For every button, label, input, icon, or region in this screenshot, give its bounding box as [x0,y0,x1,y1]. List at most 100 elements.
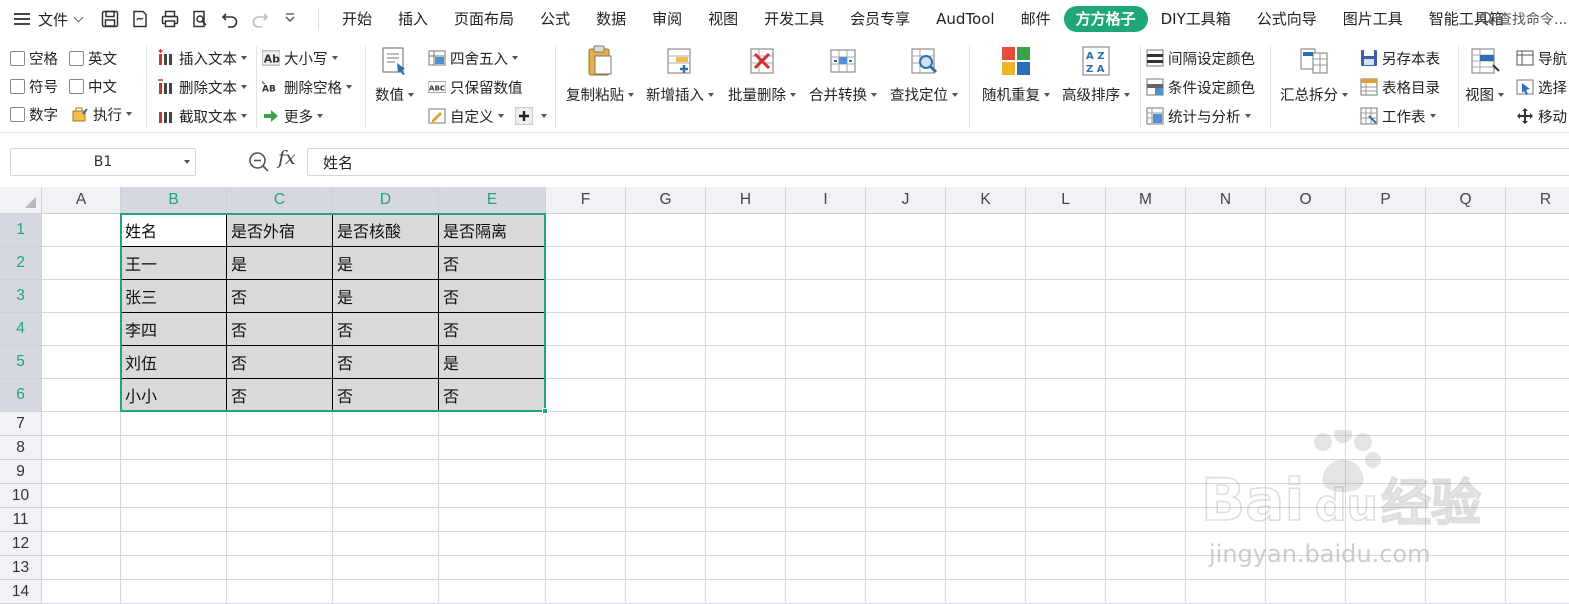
cell-j3[interactable] [866,280,946,313]
cell-m3[interactable] [1106,280,1186,313]
cell-q4[interactable] [1426,313,1506,346]
cell-j9[interactable] [866,460,946,484]
cell-f2[interactable] [546,247,626,280]
cell-l3[interactable] [1026,280,1106,313]
cell-l13[interactable] [1026,556,1106,580]
customize-toolbar-icon[interactable] [278,7,302,31]
statistics-button[interactable]: 统计与分析 [1146,104,1251,128]
row-header-2[interactable]: 2 [0,247,42,280]
row-header-14[interactable]: 14 [0,580,42,604]
cell-g12[interactable] [626,532,706,556]
cell-e10[interactable] [439,484,546,508]
cell-c13[interactable] [227,556,333,580]
add-button[interactable] [515,104,547,128]
cell-l9[interactable] [1026,460,1106,484]
cell-k13[interactable] [946,556,1026,580]
column-header-h[interactable]: H [706,187,786,214]
cell-c10[interactable] [227,484,333,508]
checkbox-space[interactable]: 空格 [10,46,58,70]
cell-d5[interactable]: 否 [333,346,439,379]
cell-g11[interactable] [626,508,706,532]
cell-d3[interactable]: 是 [333,280,439,313]
fill-handle[interactable] [542,408,548,414]
cell-i6[interactable] [786,379,866,412]
cell-o13[interactable] [1266,556,1346,580]
cell-f6[interactable] [546,379,626,412]
cell-q6[interactable] [1426,379,1506,412]
cell-o2[interactable] [1266,247,1346,280]
cell-p9[interactable] [1346,460,1426,484]
cell-d13[interactable] [333,556,439,580]
cell-r7[interactable] [1506,412,1569,436]
cell-m2[interactable] [1106,247,1186,280]
cell-r14[interactable] [1506,580,1569,604]
move-button[interactable]: 移动 [1516,104,1567,128]
cell-m7[interactable] [1106,412,1186,436]
cell-k5[interactable] [946,346,1026,379]
cell-b3[interactable]: 张三 [121,280,227,313]
tab-developer[interactable]: 开发工具 [751,6,837,32]
cell-q8[interactable] [1426,436,1506,460]
cell-k14[interactable] [946,580,1026,604]
cell-r8[interactable] [1506,436,1569,460]
tab-member[interactable]: 会员专享 [837,6,923,32]
cell-h1[interactable] [706,214,786,247]
tab-formula-wizard[interactable]: 公式向导 [1244,6,1330,32]
cell-l5[interactable] [1026,346,1106,379]
cell-d7[interactable] [333,412,439,436]
cell-f7[interactable] [546,412,626,436]
cell-r10[interactable] [1506,484,1569,508]
cell-r5[interactable] [1506,346,1569,379]
more-button[interactable]: 更多 [262,104,323,128]
cell-n9[interactable] [1186,460,1266,484]
cell-e8[interactable] [439,436,546,460]
checkbox-symbol[interactable]: 符号 [10,74,58,98]
checkbox-english[interactable]: 英文 [69,46,117,70]
cell-j4[interactable] [866,313,946,346]
cell-h12[interactable] [706,532,786,556]
cell-h8[interactable] [706,436,786,460]
cell-j14[interactable] [866,580,946,604]
cell-d2[interactable]: 是 [333,247,439,280]
tab-audtool[interactable]: AudTool [923,6,1007,32]
cell-f1[interactable] [546,214,626,247]
cell-e14[interactable] [439,580,546,604]
cell-i5[interactable] [786,346,866,379]
cell-n5[interactable] [1186,346,1266,379]
cell-b2[interactable]: 王一 [121,247,227,280]
cell-d14[interactable] [333,580,439,604]
cell-h14[interactable] [706,580,786,604]
tab-picture-tools[interactable]: 图片工具 [1330,6,1416,32]
cell-f3[interactable] [546,280,626,313]
cell-j1[interactable] [866,214,946,247]
cell-g6[interactable] [626,379,706,412]
delete-text-button[interactable]: 删除文本 [157,75,247,99]
cell-l4[interactable] [1026,313,1106,346]
select-button[interactable]: 选择 [1516,75,1567,99]
cell-r11[interactable] [1506,508,1569,532]
column-header-e[interactable]: E [439,187,546,214]
cell-i14[interactable] [786,580,866,604]
find-locate-button[interactable]: 查找定位 [890,44,958,105]
row-header-11[interactable]: 11 [0,508,42,532]
cell-p12[interactable] [1346,532,1426,556]
cell-i3[interactable] [786,280,866,313]
cell-a5[interactable] [42,346,121,379]
column-header-r[interactable]: R [1506,187,1569,214]
cell-k10[interactable] [946,484,1026,508]
cell-p11[interactable] [1346,508,1426,532]
cell-q12[interactable] [1426,532,1506,556]
cell-f4[interactable] [546,313,626,346]
cell-d1[interactable]: 是否核酸 [333,214,439,247]
cell-q5[interactable] [1426,346,1506,379]
cell-k1[interactable] [946,214,1026,247]
cell-a4[interactable] [42,313,121,346]
cell-n3[interactable] [1186,280,1266,313]
insert-text-button[interactable]: 插入文本 [157,46,247,70]
cell-o5[interactable] [1266,346,1346,379]
cell-c9[interactable] [227,460,333,484]
cell-f11[interactable] [546,508,626,532]
cell-j12[interactable] [866,532,946,556]
cell-c4[interactable]: 否 [227,313,333,346]
round-button[interactable]: 四舍五入 [428,46,518,70]
